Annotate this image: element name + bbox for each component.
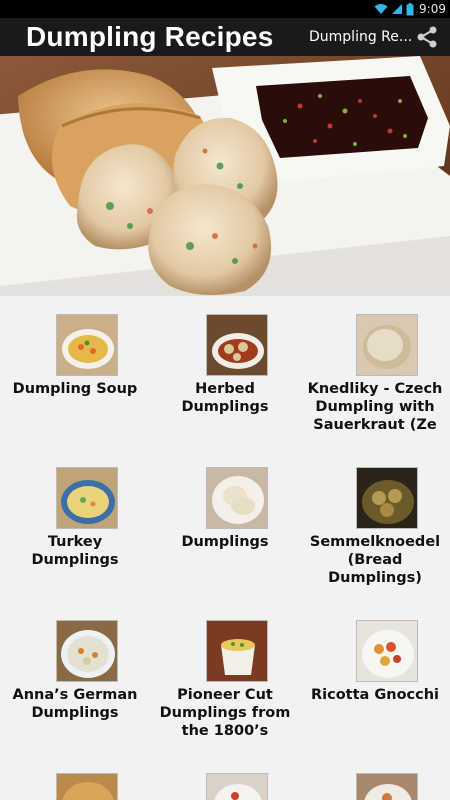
recipe-title: Turkey Dumplings [31,534,119,568]
recipe-title: Herbed Dumplings [181,381,269,415]
recipe-tile[interactable]: Dumpling Soup [0,296,150,446]
recipe-thumbnail [356,467,418,529]
recipe-title: Pioneer Cut Dumplings from the 1800’s [159,687,291,739]
recipe-tile[interactable]: Turkey Dumplings [0,449,150,599]
recipe-tile[interactable]: Ricotta Gnocchi [300,602,450,752]
recipe-grid: Dumpling Soup Herbed Dumplings Knedliky … [0,296,450,800]
recipe-thumbnail [56,620,118,682]
recipe-thumbnail [206,467,268,529]
recipe-thumbnail [56,773,118,800]
recipe-tile[interactable]: Anna’s German Dumplings [0,602,150,752]
recipe-thumbnail [56,467,118,529]
recipe-title: Dumpling Soup [12,381,138,397]
recipe-title: Knedliky - Czech Dumpling with Sauerkrau… [307,381,443,433]
recipe-title: Ricotta Gnocchi [310,687,440,703]
recipe-tile[interactable]: Pioneer Cut Dumplings from the 1800’s [150,602,300,752]
share-icon [417,26,437,48]
hero-image [0,56,450,296]
action-bar: Dumpling Recipes Dumpling Re... [0,18,450,56]
recipe-tile[interactable] [300,755,450,800]
recipe-tile[interactable]: Herbed Dumplings [150,296,300,446]
recipe-thumbnail [56,314,118,376]
signal-icon [392,4,403,14]
recipe-thumbnail [356,620,418,682]
dumplings-photo [0,56,450,296]
recipe-thumbnail [206,620,268,682]
recipe-title: Anna’s German Dumplings [12,687,138,721]
recipe-tile[interactable]: Knedliky - Czech Dumpling with Sauerkrau… [300,296,450,446]
status-time: 9:09 [419,2,446,16]
recipe-thumbnail [356,773,418,800]
app-title: Dumpling Recipes [26,21,274,52]
recipe-title: Dumplings [181,534,269,550]
status-bar: 9:09 [0,0,450,18]
wifi-icon [374,4,388,14]
status-icons: 9:09 [374,1,446,17]
recipe-thumbnail [356,314,418,376]
share-button[interactable] [414,25,440,49]
recipe-thumbnail [206,314,268,376]
recipe-tile[interactable] [150,755,300,800]
recipe-tile[interactable]: Semmelknoedel (Bread Dumplings) [300,449,450,599]
recipe-tile[interactable]: Dumplings [150,449,300,599]
battery-icon [406,2,414,15]
recipe-thumbnail [206,773,268,800]
recipe-title: Semmelknoedel (Bread Dumplings) [309,534,441,586]
action-bar-subtitle[interactable]: Dumpling Re... [309,18,412,56]
recipe-tile[interactable] [0,755,150,800]
